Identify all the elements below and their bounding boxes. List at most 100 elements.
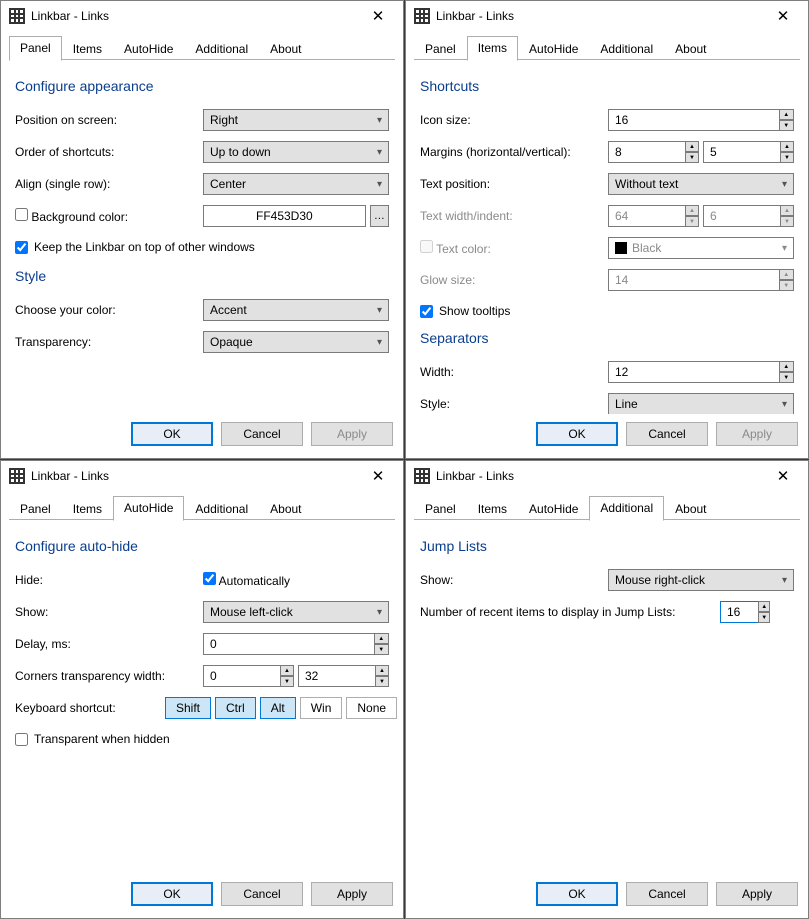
spin-up-icon: ▲ [685, 205, 699, 216]
ontop-checkbox[interactable] [15, 241, 28, 254]
color-label: Choose your color: [15, 303, 203, 317]
spin-up-icon[interactable]: ▲ [779, 361, 794, 372]
hide-auto-checkbox[interactable] [203, 572, 216, 585]
window-title: Linkbar - Links [31, 469, 359, 483]
ok-button[interactable]: OK [131, 422, 213, 446]
tab-additional[interactable]: Additional [589, 37, 664, 61]
transparency-select[interactable]: Opaque▾ [203, 331, 389, 353]
chevron-down-icon: ▾ [377, 179, 382, 190]
tab-about[interactable]: About [259, 497, 312, 521]
app-icon [414, 8, 430, 24]
spin-up-icon: ▲ [780, 205, 794, 216]
close-icon[interactable]: ✕ [359, 2, 397, 30]
tab-about[interactable]: About [259, 37, 312, 61]
spin-up-icon[interactable]: ▲ [375, 665, 389, 676]
spin-down-icon[interactable]: ▼ [758, 612, 770, 623]
chevron-down-icon: ▾ [377, 147, 382, 158]
none-toggle[interactable]: None [346, 697, 397, 719]
tab-panel[interactable]: Panel [414, 37, 467, 61]
ok-button[interactable]: OK [536, 882, 618, 906]
bgcolor-picker-button[interactable]: … [370, 205, 389, 227]
section-shortcuts: Shortcuts [420, 78, 794, 94]
position-select[interactable]: Right▾ [203, 109, 389, 131]
spin-down-icon: ▼ [780, 216, 794, 227]
spin-down-icon[interactable]: ▼ [685, 152, 699, 163]
spin-up-icon[interactable]: ▲ [780, 141, 794, 152]
margin-v-input[interactable]: 5 [703, 141, 780, 163]
iconsize-input[interactable]: 16 [608, 109, 779, 131]
ok-button[interactable]: OK [536, 422, 618, 446]
ctrl-toggle[interactable]: Ctrl [215, 697, 256, 719]
tab-additional[interactable]: Additional [184, 497, 259, 521]
margin-h-input[interactable]: 8 [608, 141, 685, 163]
hide-check-label: Automatically [203, 572, 290, 588]
corners-b-input[interactable]: 32 [298, 665, 375, 687]
sepstyle-select[interactable]: Line▾ [608, 393, 794, 414]
tab-autohide[interactable]: AutoHide [518, 37, 589, 61]
delay-input[interactable]: 0 [203, 633, 374, 655]
spin-down-icon[interactable]: ▼ [779, 372, 794, 383]
close-icon[interactable]: ✕ [764, 2, 802, 30]
tab-about[interactable]: About [664, 37, 717, 61]
cancel-button[interactable]: Cancel [626, 882, 708, 906]
titlebar: Linkbar - Links ✕ [406, 1, 808, 31]
align-label: Align (single row): [15, 177, 203, 191]
tab-panel[interactable]: Panel [9, 36, 62, 61]
color-select[interactable]: Accent▾ [203, 299, 389, 321]
spin-down-icon[interactable]: ▼ [374, 644, 389, 655]
jump-show-select[interactable]: Mouse right-click▾ [608, 569, 794, 591]
tab-autohide[interactable]: AutoHide [113, 37, 184, 61]
spin-down-icon[interactable]: ▼ [375, 676, 389, 687]
close-icon[interactable]: ✕ [764, 462, 802, 490]
apply-button[interactable]: Apply [311, 882, 393, 906]
alt-toggle[interactable]: Alt [260, 697, 296, 719]
app-icon [414, 468, 430, 484]
spin-down-icon[interactable]: ▼ [779, 120, 794, 131]
tab-panel[interactable]: Panel [9, 497, 62, 521]
align-select[interactable]: Center▾ [203, 173, 389, 195]
cancel-button[interactable]: Cancel [626, 422, 708, 446]
tab-items[interactable]: Items [62, 37, 113, 61]
apply-button[interactable]: Apply [311, 422, 393, 446]
tab-additional[interactable]: Additional [184, 37, 259, 61]
cancel-button[interactable]: Cancel [221, 422, 303, 446]
tab-autohide[interactable]: AutoHide [518, 497, 589, 521]
tab-additional[interactable]: Additional [589, 496, 664, 521]
tab-panel[interactable]: Panel [414, 497, 467, 521]
tab-about[interactable]: About [664, 497, 717, 521]
tab-autohide[interactable]: AutoHide [113, 496, 184, 521]
color-swatch-icon [615, 242, 627, 254]
show-select[interactable]: Mouse left-click▾ [203, 601, 389, 623]
spin-up-icon[interactable]: ▲ [779, 109, 794, 120]
tab-items[interactable]: Items [467, 36, 518, 61]
spin-down-icon[interactable]: ▼ [780, 152, 794, 163]
apply-button[interactable]: Apply [716, 882, 798, 906]
spin-up-icon[interactable]: ▲ [758, 601, 770, 612]
tab-items[interactable]: Items [467, 497, 518, 521]
spin-up-icon[interactable]: ▲ [685, 141, 699, 152]
tab-items[interactable]: Items [62, 497, 113, 521]
sepwidth-input[interactable]: 12 [608, 361, 779, 383]
keyboard-label: Keyboard shortcut: [15, 701, 165, 715]
apply-button[interactable]: Apply [716, 422, 798, 446]
spin-up-icon[interactable]: ▲ [374, 633, 389, 644]
recent-input[interactable]: 16 [720, 601, 758, 623]
cancel-button[interactable]: Cancel [221, 882, 303, 906]
chevron-down-icon: ▾ [782, 179, 787, 190]
bgcolor-checkbox[interactable] [15, 208, 28, 221]
textwidth-input: 64 [608, 205, 685, 227]
spin-up-icon[interactable]: ▲ [280, 665, 294, 676]
order-select[interactable]: Up to down▾ [203, 141, 389, 163]
win-toggle[interactable]: Win [300, 697, 343, 719]
shift-toggle[interactable]: Shift [165, 697, 211, 719]
textpos-select[interactable]: Without text▾ [608, 173, 794, 195]
spin-down-icon[interactable]: ▼ [280, 676, 294, 687]
corners-a-input[interactable]: 0 [203, 665, 280, 687]
ok-button[interactable]: OK [131, 882, 213, 906]
textcolor-check-label: Text color: [420, 240, 608, 256]
transparent-hidden-checkbox[interactable] [15, 733, 28, 746]
close-icon[interactable]: ✕ [359, 462, 397, 490]
tabbar: Panel Items AutoHide Additional About [414, 495, 800, 520]
tooltips-checkbox[interactable] [420, 305, 433, 318]
bgcolor-input[interactable]: FF453D30 [203, 205, 366, 227]
